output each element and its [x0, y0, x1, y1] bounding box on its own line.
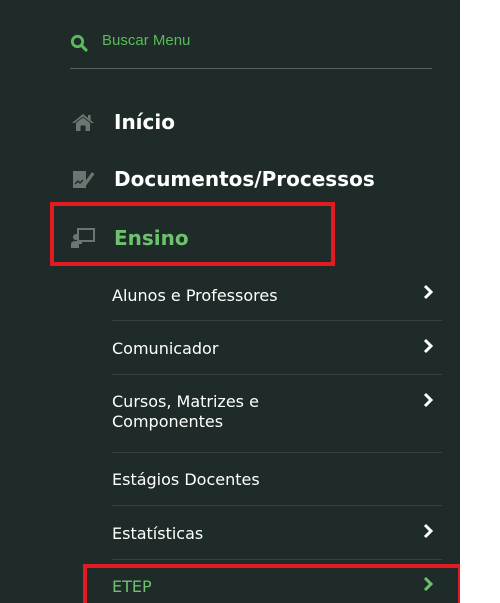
submenu-item-label: Alunos e Professores — [112, 286, 278, 305]
document-pen-icon — [70, 168, 96, 190]
menu-item-documentos-processos[interactable]: Documentos/Processos — [70, 163, 375, 195]
menu-item-label: Ensino — [114, 226, 189, 250]
menu-item-label: Início — [114, 110, 175, 134]
submenu-item-label: Cursos, Matrizes e Componentes — [112, 392, 259, 431]
submenu-item-label: Estatísticas — [112, 524, 204, 543]
menu-item-ensino[interactable]: Ensino — [70, 222, 189, 254]
sidebar-menu: Buscar Menu Início Documentos/Processos — [0, 0, 460, 603]
search-menu[interactable]: Buscar Menu — [70, 26, 432, 69]
submenu-item-comunicador[interactable]: Comunicador — [112, 321, 442, 375]
teacher-board-icon — [70, 227, 96, 249]
chevron-right-icon — [423, 392, 434, 408]
chevron-right-icon — [423, 523, 434, 539]
submenu-item-alunos-professores[interactable]: Alunos e Professores — [112, 268, 442, 321]
submenu-item-label: Estágios Docentes — [112, 470, 260, 489]
submenu-item-estatisticas[interactable]: Estatísticas — [112, 506, 442, 560]
submenu-item-label: ETEP — [112, 577, 152, 596]
chevron-right-icon — [423, 284, 434, 300]
search-menu-label: Buscar Menu — [102, 32, 191, 49]
search-icon — [70, 34, 88, 52]
submenu-item-label: Comunicador — [112, 339, 219, 358]
submenu-item-cursos-matrizes-componentes[interactable]: Cursos, Matrizes e Componentes — [112, 375, 442, 453]
submenu-item-estagios-docentes[interactable]: Estágios Docentes — [112, 453, 442, 506]
submenu-item-etep[interactable]: ETEP — [112, 560, 442, 603]
chevron-right-icon — [423, 338, 434, 354]
home-icon — [70, 111, 96, 133]
menu-item-inicio[interactable]: Início — [70, 106, 175, 138]
menu-item-label: Documentos/Processos — [114, 167, 375, 191]
submenu-ensino: Alunos e Professores Comunicador Cursos,… — [112, 268, 442, 603]
chevron-right-icon — [423, 576, 434, 592]
